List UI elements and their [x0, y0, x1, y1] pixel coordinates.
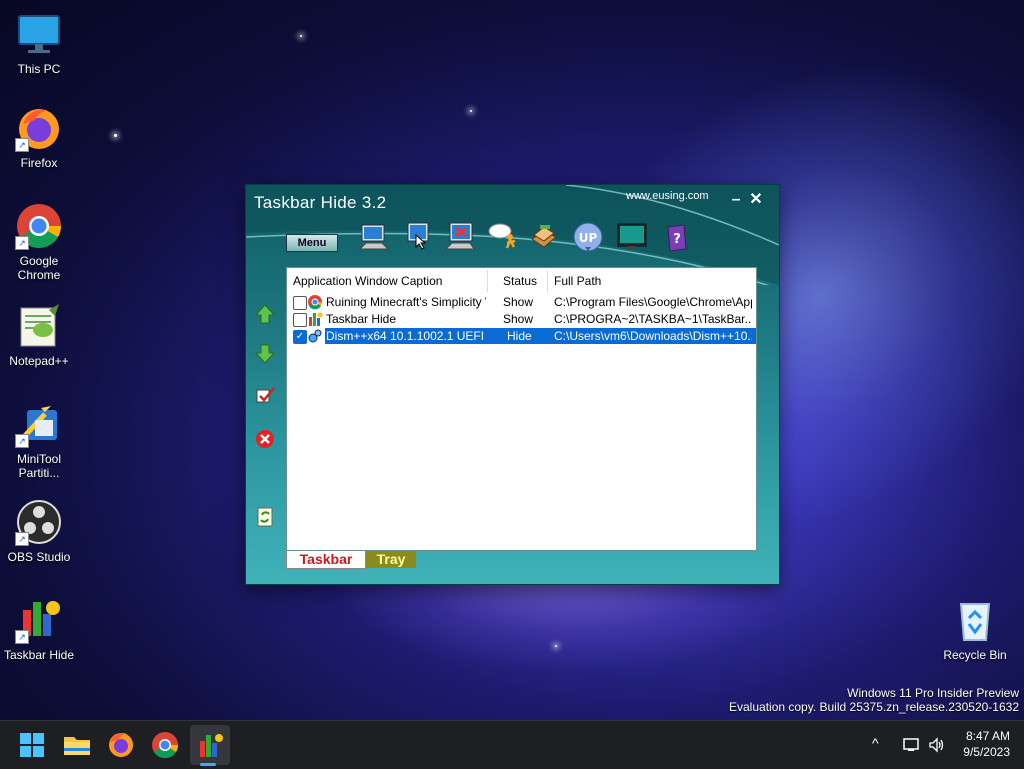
- chevron-up-icon[interactable]: ^: [872, 735, 879, 751]
- gear-icon: [307, 328, 323, 344]
- update-icon[interactable]: UP: [572, 221, 604, 253]
- file-explorer-icon[interactable]: [61, 729, 93, 761]
- refresh-icon[interactable]: [254, 506, 276, 528]
- taskbar: ^ 8:47 AM 9/5/2023: [0, 720, 1024, 769]
- computer-icon[interactable]: [358, 221, 390, 253]
- desktop-icon-label: OBS Studio: [7, 550, 71, 564]
- move-down-icon[interactable]: [254, 343, 276, 365]
- check-all-icon[interactable]: [254, 385, 276, 407]
- taskbar-hide-icon: [307, 311, 323, 327]
- firefox-icon[interactable]: [105, 729, 137, 761]
- taskbar-hide-window: Taskbar Hide 3.2 www.eusing.com – ✕ Menu…: [245, 184, 780, 585]
- website-link[interactable]: www.eusing.com: [626, 190, 709, 202]
- desktop-icon-minitool[interactable]: ↗ MiniTool Partiti...: [0, 400, 79, 480]
- tab-taskbar[interactable]: Taskbar: [286, 551, 366, 569]
- desktop-icon-label: Recycle Bin: [943, 648, 1007, 662]
- row-status: Hide: [507, 329, 532, 343]
- desktop-icon-label: This PC: [17, 62, 61, 76]
- row-path: C:\Users\vm6\Downloads\Dism++10.1...: [554, 329, 752, 343]
- menu-button[interactable]: Menu: [286, 234, 338, 252]
- obs-icon: ↗: [15, 498, 63, 546]
- column-caption[interactable]: Application Window Caption: [293, 274, 442, 288]
- row-checkbox[interactable]: ✓: [293, 330, 307, 344]
- desktop-icon-notepadpp[interactable]: Notepad++: [0, 302, 79, 368]
- row-caption: Ruining Minecraft's Simplicity W...: [326, 295, 486, 309]
- desktop-icon-label: Notepad++: [9, 354, 69, 368]
- chrome-icon[interactable]: [149, 729, 181, 761]
- row-caption: Taskbar Hide: [326, 312, 397, 326]
- table-row[interactable]: ✓ Dism++x64 10.1.1002.1 UEFI Fi... Hide …: [287, 328, 756, 344]
- active-app-indicator: [200, 763, 216, 766]
- delete-icon[interactable]: [254, 428, 276, 450]
- network-icon[interactable]: [902, 736, 920, 757]
- desktop-icon-label: Firefox: [20, 156, 58, 170]
- row-checkbox[interactable]: [293, 296, 307, 310]
- column-divider: [547, 270, 548, 292]
- close-button[interactable]: ✕: [746, 191, 766, 211]
- shortcut-arrow-icon: ↗: [15, 434, 29, 448]
- monitor-screen-icon[interactable]: [616, 221, 648, 253]
- monitor-icon: [15, 10, 63, 58]
- desktop-icon-firefox[interactable]: ↗ Firefox: [0, 104, 79, 170]
- clock-time: 8:47 AM: [965, 729, 1010, 743]
- window-list: Application Window Caption Status Full P…: [286, 267, 757, 551]
- os-watermark: Windows 11 Pro Insider Preview Evaluatio…: [729, 686, 1019, 714]
- shortcut-arrow-icon: ↗: [15, 236, 29, 250]
- chrome-icon: ↗: [15, 202, 63, 250]
- table-row[interactable]: Ruining Minecraft's Simplicity W... Show…: [287, 294, 756, 310]
- wallpaper-star: [470, 110, 472, 112]
- shortcut-arrow-icon: ↗: [15, 138, 29, 152]
- column-path[interactable]: Full Path: [554, 274, 601, 288]
- wallpaper-star: [114, 134, 117, 137]
- tab-tray[interactable]: Tray: [366, 551, 416, 568]
- wallpaper-star: [300, 35, 302, 37]
- move-up-icon[interactable]: [254, 303, 276, 325]
- hide-window-icon[interactable]: [444, 221, 476, 253]
- firefox-icon: ↗: [15, 104, 63, 152]
- wallpaper-star: [555, 645, 557, 647]
- svg-text:?: ?: [673, 232, 681, 247]
- notepadpp-icon: [15, 302, 63, 350]
- row-path: C:\PROGRA~2\TASKBA~1\TaskBar...: [554, 312, 752, 326]
- watermark-line2: Evaluation copy. Build 25375.zn_release.…: [729, 700, 1019, 714]
- row-status: Show: [503, 295, 534, 309]
- column-status[interactable]: Status: [503, 274, 537, 288]
- row-checkbox[interactable]: [293, 313, 307, 327]
- minitool-icon: ↗: [15, 400, 63, 448]
- chat-run-icon[interactable]: [488, 221, 520, 253]
- row-status: Show: [503, 312, 534, 326]
- table-row[interactable]: Taskbar Hide Show C:\PROGRA~2\TASKBA~1\T…: [287, 311, 756, 327]
- show-window-icon[interactable]: [402, 221, 434, 253]
- help-book-icon[interactable]: ?: [660, 221, 692, 253]
- clock-date: 9/5/2023: [963, 745, 1010, 759]
- svg-text:UP: UP: [579, 231, 598, 245]
- row-caption: Dism++x64 10.1.1002.1 UEFI Fi...: [326, 329, 486, 343]
- start-icon[interactable]: [16, 729, 48, 761]
- taskbar-hide-icon: ↗: [15, 596, 63, 644]
- desktop-icon-label: Taskbar Hide: [3, 648, 75, 662]
- column-divider: [487, 270, 488, 292]
- chrome-icon: [307, 294, 323, 310]
- clock[interactable]: 8:47 AM 9/5/2023: [962, 729, 1010, 759]
- desktop-icon-this-pc[interactable]: This PC: [0, 10, 79, 76]
- desktop-icon-label: Google Chrome: [17, 254, 61, 282]
- toolbox-icon[interactable]: [528, 221, 560, 253]
- shortcut-arrow-icon: ↗: [15, 630, 29, 644]
- list-header: Application Window Caption Status Full P…: [287, 268, 756, 294]
- recycle-bin-icon: [951, 596, 999, 644]
- minimize-button[interactable]: –: [726, 191, 746, 211]
- desktop-icon-obs[interactable]: ↗ OBS Studio: [0, 498, 79, 564]
- desktop-icon-chrome[interactable]: ↗ Google Chrome: [0, 202, 79, 282]
- window-title: Taskbar Hide 3.2: [254, 193, 387, 212]
- row-path: C:\Program Files\Google\Chrome\Appli...: [554, 295, 752, 309]
- desktop-icon-taskbar-hide[interactable]: ↗ Taskbar Hide: [0, 596, 79, 662]
- volume-icon[interactable]: [928, 736, 946, 757]
- shortcut-arrow-icon: ↗: [15, 532, 29, 546]
- desktop-icon-recycle-bin[interactable]: Recycle Bin: [935, 596, 1015, 662]
- taskbar-hide-icon[interactable]: [194, 729, 226, 761]
- watermark-line1: Windows 11 Pro Insider Preview: [847, 686, 1019, 700]
- desktop-icon-label: MiniTool Partiti...: [16, 452, 61, 480]
